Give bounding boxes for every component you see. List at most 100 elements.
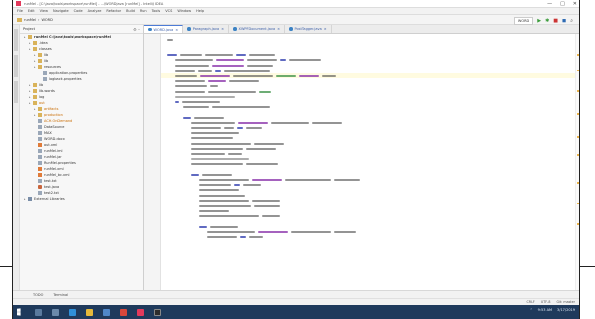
menu-bar: File Edit View Navigate Code Analyze Ref…: [13, 8, 579, 15]
editor-error-stripe[interactable]: [575, 34, 579, 290]
expand-arrow-icon[interactable]: ▸: [29, 101, 32, 105]
warning-mark[interactable]: [577, 90, 579, 92]
close-tab-icon[interactable]: ×: [221, 27, 224, 31]
warning-mark[interactable]: [577, 54, 579, 56]
tree-item-label: runMel.jar: [44, 155, 62, 159]
expand-arrow-icon[interactable]: ▸: [24, 35, 27, 39]
project-tool-button[interactable]: [14, 29, 18, 51]
warning-mark[interactable]: [577, 69, 579, 72]
menu-code[interactable]: Code: [74, 9, 83, 13]
menu-file[interactable]: File: [17, 9, 23, 13]
structure-tool-button[interactable]: [14, 55, 18, 77]
menu-analyze[interactable]: Analyze: [88, 9, 102, 13]
run-config-select[interactable]: WORD: [513, 17, 534, 25]
search-icon[interactable]: ⌕: [570, 18, 573, 24]
window-title: runMel - [C:\java\tools\workspace\runMel…: [24, 1, 164, 6]
menu-navigate[interactable]: Navigate: [53, 9, 69, 13]
menu-view[interactable]: View: [40, 9, 48, 13]
expand-arrow-icon[interactable]: ▸: [24, 197, 27, 201]
expand-arrow-icon[interactable]: ▸: [29, 47, 32, 51]
tab-word-java[interactable]: WORD.java ×: [144, 25, 184, 33]
close-tab-icon[interactable]: ×: [277, 27, 280, 31]
file-icon: [38, 137, 42, 141]
expand-arrow-icon[interactable]: ▸: [29, 89, 32, 93]
code-token-plain: [191, 137, 233, 140]
terminal-tool-button[interactable]: Terminal: [53, 293, 68, 297]
todo-tool-button[interactable]: TODO: [33, 293, 43, 297]
file-explorer-icon[interactable]: [86, 308, 93, 316]
task-view-icon[interactable]: [52, 308, 59, 316]
breadcrumb-project[interactable]: runMel: [24, 18, 36, 22]
store-icon[interactable]: [103, 308, 110, 316]
tab-xwpfdocument-java[interactable]: XWPFDocument.java ×: [229, 25, 286, 33]
favorites-tool-button[interactable]: [14, 81, 18, 103]
intellij-taskbar-icon[interactable]: [137, 308, 144, 316]
warning-mark[interactable]: [577, 182, 579, 184]
close-tab-icon[interactable]: ×: [175, 28, 178, 32]
code-token-plain: [228, 152, 242, 156]
code-token-plain: [205, 54, 233, 57]
menu-refactor[interactable]: Refactor: [106, 9, 121, 13]
code-token-plain: [289, 59, 321, 62]
expand-arrow-icon[interactable]: ▸: [34, 65, 37, 69]
expand-arrow-icon[interactable]: ▸: [34, 59, 37, 63]
warning-mark[interactable]: [577, 136, 579, 138]
menu-build[interactable]: Build: [126, 9, 135, 13]
menu-run[interactable]: Run: [140, 9, 147, 13]
menu-help[interactable]: Help: [196, 9, 204, 13]
expand-arrow-icon[interactable]: ▸: [29, 95, 32, 99]
encoding-indicator[interactable]: UTF-8: [541, 300, 551, 304]
stop-icon[interactable]: ■: [553, 18, 558, 24]
expand-arrow-icon[interactable]: ▸: [29, 83, 32, 87]
menu-window[interactable]: Window: [177, 9, 191, 13]
close-button[interactable]: ✕: [573, 1, 577, 7]
breadcrumb: runMel › WORD: [17, 17, 53, 22]
class-icon: [187, 27, 191, 31]
warning-mark[interactable]: [577, 154, 579, 156]
code-token-comment: [175, 95, 235, 98]
menu-tools[interactable]: Tools: [152, 9, 161, 13]
code-token-plain: [175, 59, 213, 62]
breadcrumb-file[interactable]: WORD: [41, 18, 52, 22]
tree-item-label: .idea: [39, 41, 48, 45]
tab-paragraph-java[interactable]: Paragraph.java ×: [183, 25, 230, 33]
expand-arrow-icon[interactable]: ▸: [29, 41, 32, 45]
close-tab-icon[interactable]: ×: [324, 27, 327, 31]
windows-start-icon[interactable]: [17, 308, 21, 316]
warning-mark[interactable]: [577, 202, 579, 205]
terminal-taskbar-icon[interactable]: [154, 308, 161, 316]
project-view-select[interactable]: Project: [23, 27, 35, 31]
system-tray: ⌃ 9:53 AM 3/17/2019: [530, 308, 575, 312]
tab-posttagger-java[interactable]: PostTagger.java ×: [285, 25, 332, 33]
menu-vcs[interactable]: VCS: [165, 9, 172, 13]
expand-arrow-icon[interactable]: ▸: [34, 53, 37, 57]
tray-date[interactable]: 3/17/2019: [557, 308, 575, 312]
file-icon: [38, 161, 42, 165]
warning-mark[interactable]: [577, 113, 579, 115]
gear-icon[interactable]: ⚙ –: [133, 27, 140, 32]
menu-edit[interactable]: Edit: [28, 9, 35, 13]
tree-item[interactable]: ▸ External Libraries: [20, 196, 143, 202]
maximize-button[interactable]: □: [560, 1, 565, 7]
run-icon[interactable]: ▶: [537, 18, 541, 24]
debug-icon[interactable]: ✱: [545, 18, 549, 24]
line-separator-indicator[interactable]: CRLF: [526, 300, 534, 304]
search-icon[interactable]: [35, 308, 42, 316]
code-editor[interactable]: [161, 34, 579, 290]
chrome-icon[interactable]: [120, 308, 127, 316]
folder-icon: [33, 95, 37, 99]
build-icon[interactable]: ◼: [562, 18, 566, 24]
code-token-plain: [312, 121, 342, 124]
warning-mark[interactable]: [577, 223, 579, 225]
expand-arrow-icon[interactable]: ▸: [34, 113, 37, 117]
expand-arrow-icon[interactable]: ▸: [34, 107, 37, 111]
vcs-branch-indicator[interactable]: Git: master: [556, 300, 575, 304]
folder-icon: [33, 83, 37, 87]
code-token-keyword: [183, 116, 191, 119]
edge-browser-icon[interactable]: [69, 308, 76, 316]
tray-time[interactable]: 9:53 AM: [538, 308, 552, 312]
xml-icon: [38, 143, 42, 147]
minimize-button[interactable]: —: [547, 1, 552, 7]
notification-icon[interactable]: ⌃: [530, 308, 533, 312]
code-token-plain: [175, 64, 209, 67]
